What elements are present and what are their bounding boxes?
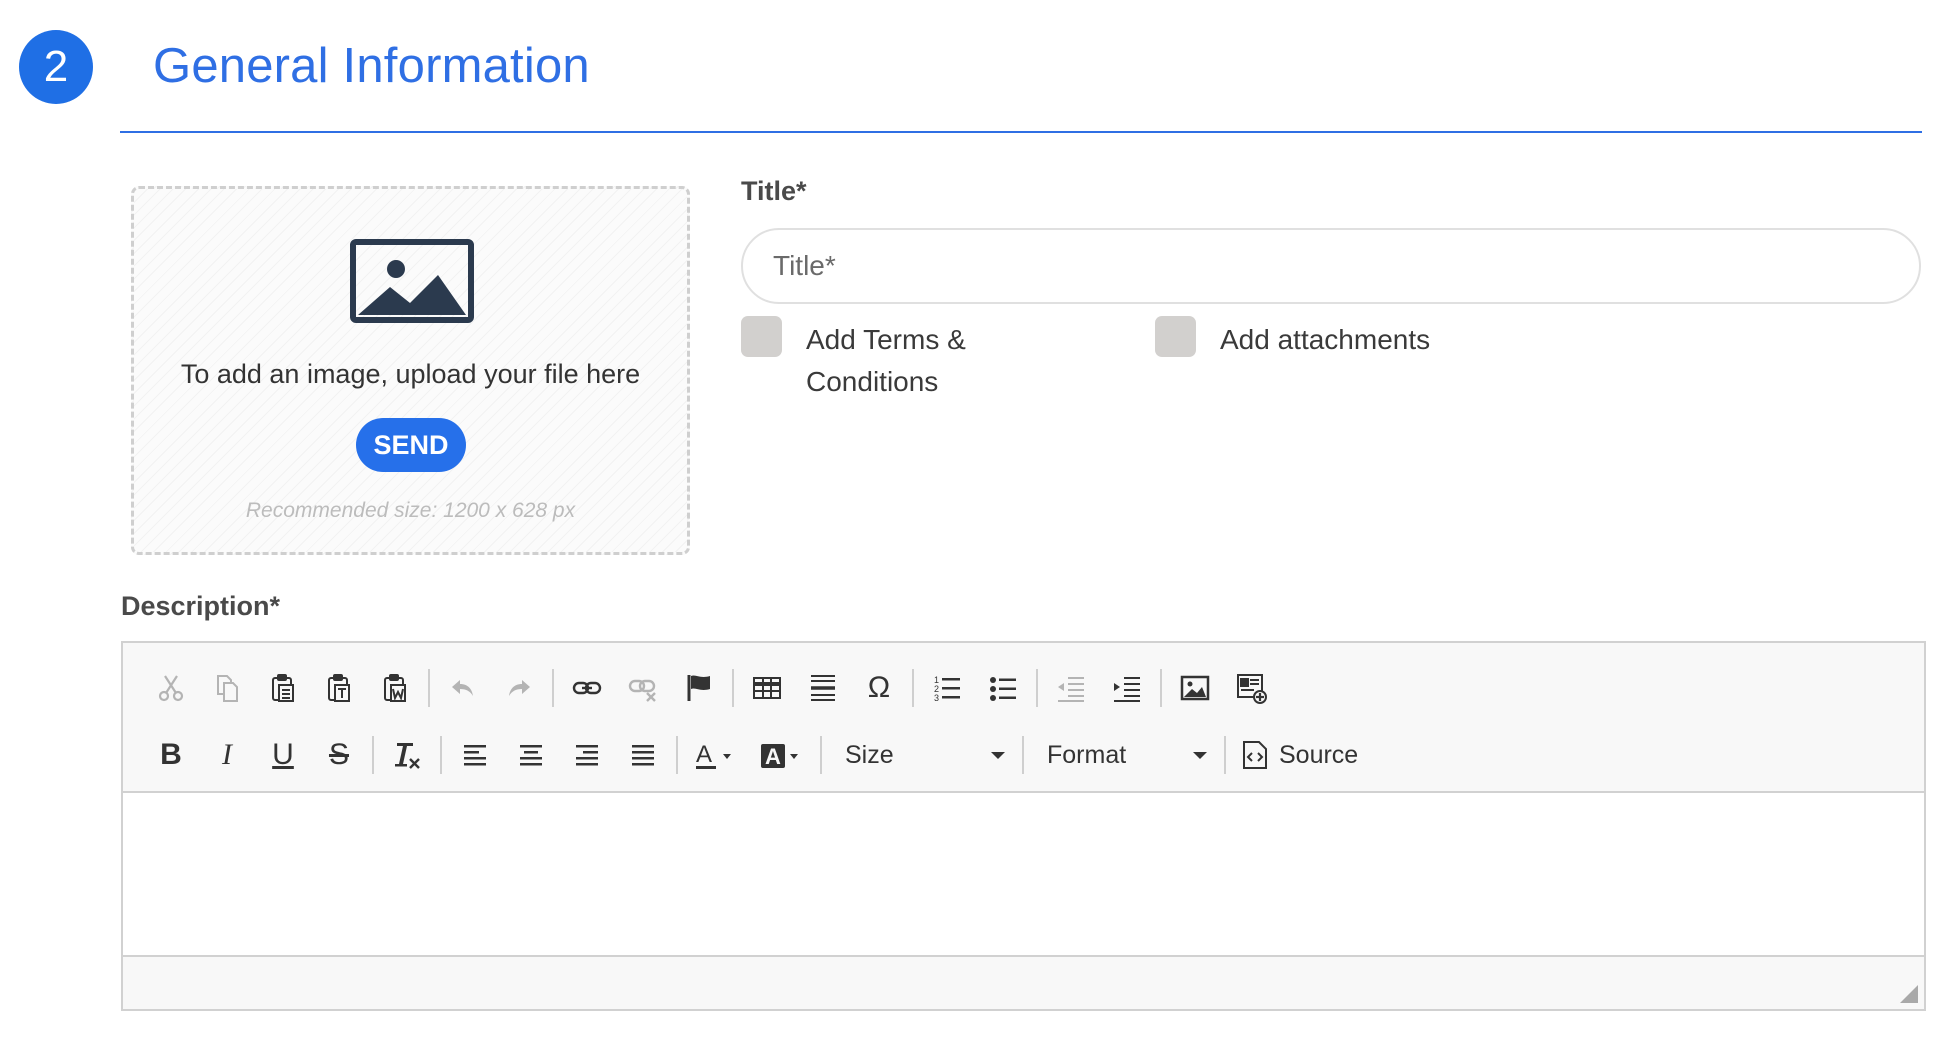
terms-label-line1: Add Terms & (806, 324, 966, 355)
paste-text-icon[interactable] (311, 661, 367, 715)
toolbar-separator (372, 736, 374, 774)
attachments-checkbox[interactable] (1155, 316, 1196, 357)
toolbar-separator (820, 736, 822, 774)
toolbar-separator (676, 736, 678, 774)
copy-icon[interactable] (199, 661, 255, 715)
insert-template-icon[interactable] (1223, 661, 1279, 715)
decrease-indent-icon[interactable] (1043, 661, 1099, 715)
editor-statusbar (123, 955, 1924, 1009)
toolbar-separator (1022, 736, 1024, 774)
toolbar-separator (428, 669, 430, 707)
toolbar-separator (1160, 669, 1162, 707)
align-center-icon[interactable] (503, 728, 559, 782)
cut-icon[interactable] (143, 661, 199, 715)
toolbar-separator (440, 736, 442, 774)
source-button[interactable]: Source (1231, 728, 1368, 782)
description-label: Description* (121, 591, 281, 621)
step-number-badge: 2 (19, 30, 93, 104)
format-dropdown[interactable]: Format (1029, 728, 1219, 782)
toolbar-row-2: B I U S A A Size Format Source (143, 728, 1368, 782)
terms-label-line2: Conditions (806, 366, 939, 397)
italic-icon[interactable]: I (199, 728, 255, 782)
numbered-list-icon[interactable]: 123 (919, 661, 975, 715)
redo-icon[interactable] (491, 661, 547, 715)
remove-format-icon[interactable] (379, 728, 435, 782)
source-label: Source (1279, 740, 1359, 769)
send-button[interactable]: SEND (356, 418, 466, 472)
font-size-label: Size (845, 740, 894, 769)
insert-image-icon[interactable] (1167, 661, 1223, 715)
terms-checkbox[interactable] (741, 316, 782, 357)
increase-indent-icon[interactable] (1099, 661, 1155, 715)
underline-icon[interactable]: U (255, 728, 311, 782)
source-code-icon (1243, 741, 1267, 769)
image-upload-dropzone[interactable]: To add an image, upload your file here S… (131, 186, 690, 555)
paste-word-icon[interactable] (367, 661, 423, 715)
toolbar-separator (732, 669, 734, 707)
bulleted-list-icon[interactable] (975, 661, 1031, 715)
toolbar-separator (1036, 669, 1038, 707)
image-placeholder-icon (350, 239, 474, 323)
svg-text:A: A (765, 744, 781, 769)
toolbar-separator (1224, 736, 1226, 774)
title-label: Title* (741, 176, 807, 206)
align-right-icon[interactable] (559, 728, 615, 782)
format-label: Format (1047, 740, 1127, 769)
upload-instruction: To add an image, upload your file here (180, 359, 641, 389)
background-color-icon[interactable]: A (749, 728, 815, 782)
editor-toolbar: Ω 123 B I U S A A Size Format Source (123, 643, 1924, 793)
strikethrough-icon[interactable]: S (311, 728, 367, 782)
upload-size-hint: Recommended size: 1200 x 628 px (245, 499, 576, 522)
horizontal-line-icon[interactable] (795, 661, 851, 715)
link-icon[interactable] (559, 661, 615, 715)
attachments-checkbox-label: Add attachments (1220, 324, 1431, 355)
attachments-checkbox-row[interactable]: Add attachments (1155, 316, 1431, 361)
anchor-flag-icon[interactable] (671, 661, 727, 715)
terms-checkbox-label: Add Terms & Conditions (806, 319, 966, 403)
toolbar-row-1: Ω 123 (143, 661, 1279, 715)
align-left-icon[interactable] (447, 728, 503, 782)
resize-handle-icon[interactable] (1900, 985, 1918, 1003)
text-color-icon[interactable]: A (683, 728, 749, 782)
description-content[interactable] (123, 795, 1924, 957)
toolbar-separator (552, 669, 554, 707)
bold-icon[interactable]: B (143, 728, 199, 782)
undo-icon[interactable] (435, 661, 491, 715)
chevron-down-icon (991, 751, 1005, 759)
page-title: General Information (153, 39, 590, 93)
svg-text:A: A (696, 741, 712, 768)
chevron-down-icon (1193, 751, 1207, 759)
align-justify-icon[interactable] (615, 728, 671, 782)
special-character-icon[interactable]: Ω (851, 661, 907, 715)
svg-text:3: 3 (934, 693, 939, 703)
table-icon[interactable] (739, 661, 795, 715)
font-size-dropdown[interactable]: Size (827, 728, 1017, 782)
unlink-icon[interactable] (615, 661, 671, 715)
title-divider (120, 131, 1922, 133)
paste-icon[interactable] (255, 661, 311, 715)
title-input[interactable] (741, 228, 1921, 304)
toolbar-separator (912, 669, 914, 707)
terms-checkbox-row[interactable]: Add Terms & Conditions (741, 316, 966, 403)
rich-text-editor: Ω 123 B I U S A A Size Format Source (121, 641, 1926, 1011)
